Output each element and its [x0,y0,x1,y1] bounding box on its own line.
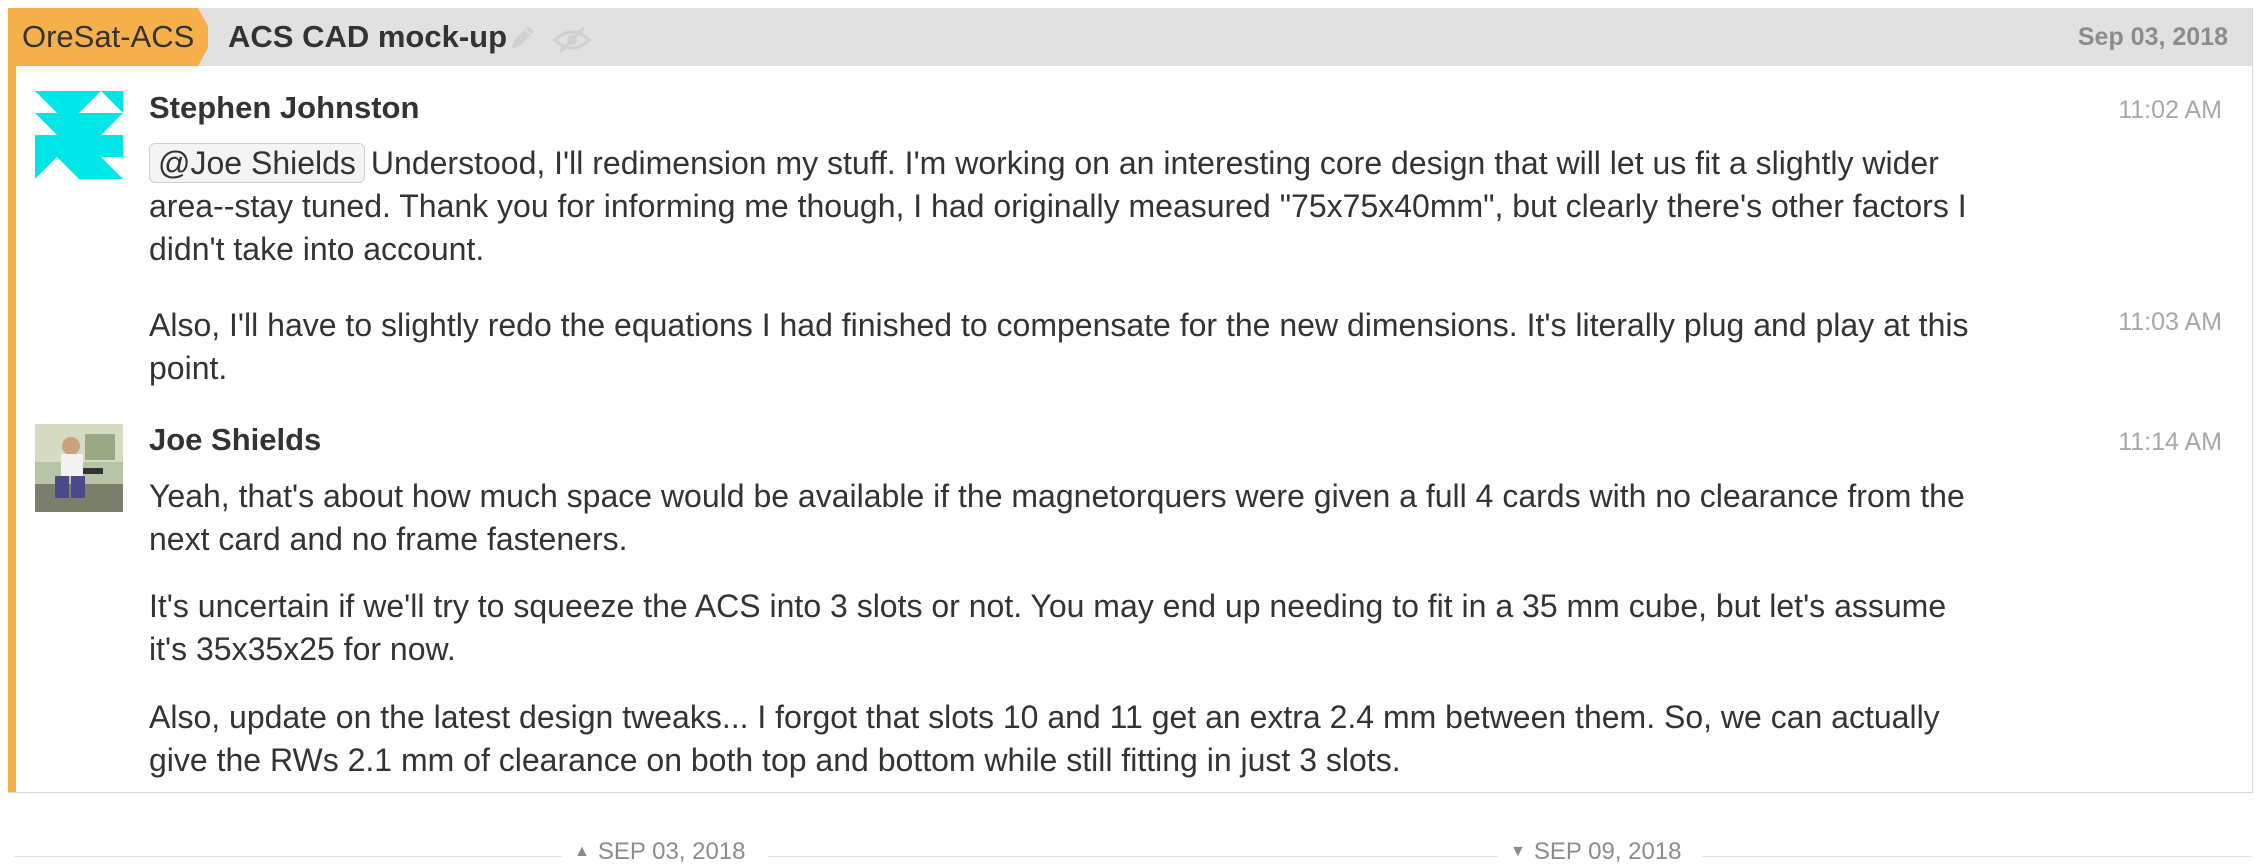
message-time[interactable]: 11:14 AM [2118,428,2222,457]
message-content: It's uncertain if we'll try to squeeze t… [149,585,1989,671]
divider [768,856,1498,857]
date-nav-prev-label: SEP 03, 2018 [597,838,746,865]
date-nav-next-label: SEP 09, 2018 [1533,838,1682,865]
photo-avatar[interactable] [35,424,123,512]
identicon-avatar[interactable] [35,91,123,179]
message-content: @Joe Shields Understood, I'll redimension… [149,142,1989,271]
stream-name[interactable]: OreSat-ACS [22,8,194,66]
message-content: Also, I'll have to slightly redo the equ… [149,304,1989,390]
date-nav-next[interactable]: ▼ SEP 09, 2018 [1510,838,1682,866]
message-text: Yeah, that's about how much space would … [149,478,1965,557]
eye-slash-icon[interactable] [552,26,592,54]
user-mention[interactable]: @Joe Shields [149,143,365,183]
divider [1702,856,2252,857]
message-text: It's uncertain if we'll try to squeeze t… [149,588,1947,667]
topic-name[interactable]: ACS CAD mock-up [228,8,507,66]
sender-name[interactable]: Joe Shields [149,422,321,458]
message-content: Yeah, that's about how much space would … [149,475,1989,561]
message-text: Also, I'll have to slightly redo the equ… [149,307,1969,386]
recipient-date: Sep 03, 2018 [2077,23,2228,51]
message-text: Also, update on the latest design tweaks… [149,699,1940,778]
message-content: Also, update on the latest design tweaks… [149,696,1989,782]
message-time[interactable]: 11:02 AM [2118,96,2222,125]
sender-name[interactable]: Stephen Johnston [149,90,419,126]
stream-color-stripe [8,8,16,792]
triangle-up-icon: ▲ [574,843,590,860]
date-nav-prev[interactable]: ▲ SEP 03, 2018 [574,838,746,866]
message-recipient-block: OreSat-ACS ACS CAD mock-up Sep 03, 2018 [8,8,2253,793]
message-time[interactable]: 11:03 AM [2118,308,2222,337]
recipient-header: OreSat-ACS ACS CAD mock-up Sep 03, 2018 [8,8,2252,66]
message-text: Understood, I'll redimension my stuff. I… [149,145,1967,267]
triangle-down-icon: ▼ [1510,843,1526,860]
pencil-icon[interactable] [506,24,536,54]
divider [14,856,562,857]
